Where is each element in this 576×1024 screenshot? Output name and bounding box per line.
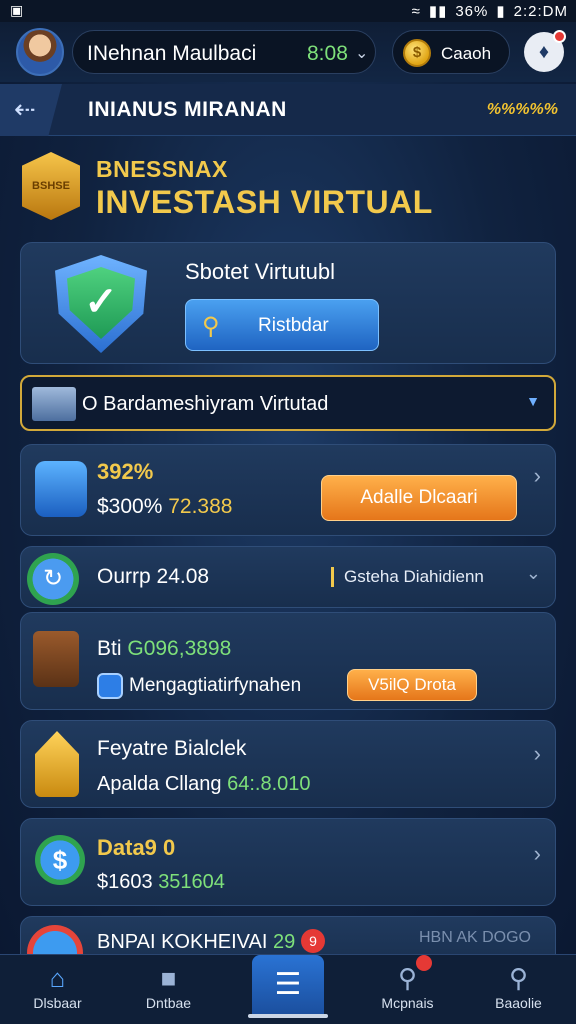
section-title: INVESTASH VIRTUAL — [96, 184, 433, 220]
dropdown-label: O Bardameshiyram Virtutad — [82, 393, 329, 415]
tab-label: Dlsbaar — [33, 995, 82, 1011]
home-icon: ⌂ — [49, 963, 66, 993]
chevron-right-icon[interactable]: › — [534, 463, 541, 489]
item-value: $1603 351604 — [97, 871, 225, 893]
home-indicator — [248, 1014, 328, 1018]
item-percent: 392% — [97, 459, 154, 484]
security-card-title: Sbotet Virtutubl — [185, 259, 336, 284]
coin-icon: $ — [403, 39, 431, 67]
chevron-right-icon[interactable]: › — [534, 841, 541, 867]
treasure-chest-icon — [33, 631, 79, 687]
item-title: Feyatre Bialclek — [97, 737, 247, 760]
lock-icon: ■ — [160, 963, 177, 993]
bell-icon: ♦ — [538, 41, 550, 63]
key-icon: ⚲ — [202, 313, 220, 340]
item-value: Bti G096,3898 — [97, 637, 232, 660]
back-arrow-icon: ⇠ — [14, 94, 36, 124]
chevron-down-icon[interactable]: ⌄ — [355, 43, 368, 63]
status-bar: ▣ ≈ ▮▮ 36% ▮ 2:2:DM — [0, 0, 576, 22]
notification-button[interactable]: ♦ — [524, 30, 566, 72]
caret-down-icon: ▼ — [526, 393, 540, 409]
bank-icon — [32, 387, 76, 421]
battery-percent: 36% — [455, 2, 489, 20]
tab-messages[interactable]: ⚲ Mcpnais — [350, 955, 465, 1024]
signal-icon: ▮▮ — [428, 3, 448, 20]
top-header: INehnan Maulbaci 8:08 ⌄ $ Caaoh ♦ — [0, 22, 576, 82]
wifi-icon: ≈ — [411, 2, 421, 20]
tab-label: Mcpnais — [381, 995, 434, 1011]
chevron-down-icon[interactable]: ⌄ — [526, 563, 541, 584]
tab-search[interactable]: ⚲ Baaolie — [461, 955, 576, 1024]
clock: 2:2:DM — [513, 2, 568, 20]
menu-icon: ☰ — [274, 968, 302, 1001]
coin-balance-pill[interactable]: $ Caaoh — [392, 30, 510, 74]
item-right-label: HBN AK DOGO — [418, 929, 531, 946]
user-name: INehnan Maulbaci — [87, 42, 257, 65]
item-title: BNPAI KOKHEIVAI 29 — [97, 931, 296, 953]
tab-label: Dntbae — [145, 995, 192, 1011]
list-item[interactable]: $ Data9 0 $1603 351604 › — [20, 818, 556, 906]
user-score: 8:08 — [307, 42, 348, 65]
security-card: ✓ Sbotet Virtutubl ⚲ Ristbdar — [20, 242, 556, 364]
section-subtitle: BNESSNAX — [96, 156, 228, 182]
item-count-badge: 9 — [301, 929, 325, 953]
back-button[interactable]: ⇠ — [0, 84, 62, 136]
list-item[interactable]: 392% $300% 72.388 Adalle Dlcaari › — [20, 444, 556, 536]
search-icon: ⚲ — [508, 963, 529, 993]
battery-icon: ▮ — [496, 3, 506, 20]
notification-icon: ▣ — [10, 2, 24, 18]
search-chat-icon: ⚲ — [397, 963, 418, 993]
notification-badge — [416, 955, 432, 971]
gold-stack-icon — [35, 731, 79, 797]
item-tag: Gsteha Diahidienn — [331, 567, 484, 587]
navbar-right-label: %%%%% — [486, 101, 558, 118]
list-item[interactable]: Feyatre Bialclek Apalda Cllang 64:.8.010… — [20, 720, 556, 808]
menu-button[interactable]: ☰ — [252, 955, 324, 1015]
dollar-coin-icon: $ — [35, 835, 85, 885]
item-sub-value: Apalda Cllang 64:.8.010 — [97, 773, 311, 795]
item-sub-label: Mengagtiatirfynahen — [129, 675, 302, 696]
coin-label: Caaoh — [441, 44, 492, 63]
crypto-cube-icon — [35, 461, 87, 517]
shield-check-icon: ✓ — [55, 255, 147, 353]
item-title: Data9 0 — [97, 835, 176, 860]
item-action-button[interactable]: Adalle Dlcaari — [321, 475, 517, 521]
tab-label: Baaolie — [495, 995, 542, 1011]
list-item[interactable]: ↻ Ourrp 24.08 Gsteha Diahidienn ⌄ — [20, 546, 556, 608]
tab-wallet[interactable]: ■ Dntbae — [111, 955, 226, 1024]
navigation-bar: ⇠ INIANUS MIRANAN %%%%% — [0, 84, 576, 136]
item-label: Ourrp 24.08 — [97, 565, 210, 588]
refresh-coin-icon: ↻ — [27, 553, 79, 605]
target-icon — [97, 673, 123, 699]
notification-badge — [553, 30, 566, 43]
page-title: INIANUS MIRANAN — [88, 98, 287, 121]
item-value: $300% 72.388 — [97, 495, 233, 518]
security-action-label: Ristbdar — [258, 315, 329, 336]
investment-badge-icon: BSHSE — [22, 152, 80, 220]
item-action-button[interactable]: V5ilQ Drota — [347, 669, 477, 701]
chevron-right-icon[interactable]: › — [534, 741, 541, 767]
avatar[interactable] — [16, 28, 64, 76]
security-action-button[interactable]: ⚲ Ristbdar — [185, 299, 379, 351]
portfolio-dropdown[interactable]: O Bardameshiyram Virtutad ▼ — [20, 375, 556, 431]
tab-home[interactable]: ⌂ Dlsbaar — [0, 955, 115, 1024]
user-profile-pill[interactable]: INehnan Maulbaci 8:08 ⌄ — [72, 30, 376, 74]
list-item[interactable]: Bti G096,3898 Mengagtiatirfynahen V5ilQ … — [20, 612, 556, 710]
